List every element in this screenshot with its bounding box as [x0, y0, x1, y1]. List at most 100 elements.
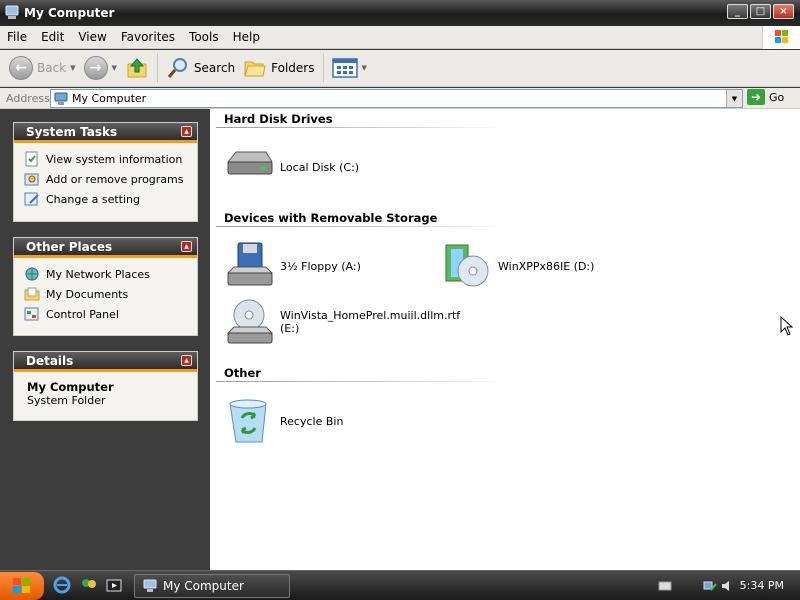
panel-title: System Tasks	[26, 124, 118, 139]
folders-icon	[244, 61, 266, 77]
drive-item[interactable]: WinVista_HomePrel.muiil.dllm.rtf (E:)	[224, 297, 461, 347]
go-button[interactable]: ➜ Go	[747, 89, 784, 105]
drive-item[interactable]: WinXPPx86IE (D:)	[442, 241, 594, 291]
title-bar[interactable]: My Computer _ □ ×	[0, 0, 800, 26]
panel-title: Details	[26, 353, 74, 368]
view-system-information-link[interactable]: View system information	[24, 149, 189, 169]
menu-favorites[interactable]: Favorites	[114, 30, 182, 44]
address-value: My Computer	[72, 92, 147, 105]
hard-disk-icon	[226, 151, 273, 175]
minimize-button[interactable]: _	[727, 4, 748, 19]
messenger-icon[interactable]	[80, 576, 98, 594]
menu-tools[interactable]: Tools	[182, 30, 226, 44]
collapse-icon[interactable]: ▲	[181, 355, 192, 366]
taskbar: My Computer 5:34 PM	[0, 570, 800, 600]
group-removable-storage: Devices with Removable Storage	[224, 211, 438, 225]
menu-help[interactable]: Help	[226, 30, 267, 44]
collapse-icon[interactable]: ▲	[181, 126, 192, 137]
internet-explorer-icon[interactable]	[53, 576, 71, 594]
drive-label: WinXPPx86IE (D:)	[498, 259, 595, 273]
volume-icon[interactable]	[720, 578, 736, 594]
start-button[interactable]	[0, 572, 44, 600]
recycle-bin-icon	[229, 399, 267, 443]
media-player-icon[interactable]	[105, 576, 123, 594]
other-places-panel: Other Places ▲ My Network Places My Docu…	[13, 237, 198, 336]
drive-item[interactable]: 3½ Floppy (A:)	[224, 241, 361, 291]
drive-label: WinVista_HomePrel.muiil.dllm.rtf (E:)	[280, 309, 461, 335]
my-computer-icon	[143, 579, 157, 592]
network-status-icon[interactable]	[702, 578, 718, 594]
mouse-cursor-icon	[780, 316, 794, 336]
up-folder-icon	[127, 58, 147, 78]
dvd-drive-icon	[226, 299, 274, 344]
menu-bar: File Edit View Favorites Tools Help	[0, 26, 800, 49]
menu-edit[interactable]: Edit	[34, 30, 71, 44]
clock[interactable]: 5:34 PM	[740, 579, 784, 592]
toolbar: ← Back ▼ → ▼ Search Folders ▼	[0, 50, 800, 87]
change-setting-link[interactable]: Change a setting	[24, 189, 189, 209]
back-label: Back	[37, 61, 67, 75]
up-folder-button[interactable]	[121, 53, 153, 83]
control-panel-link[interactable]: Control Panel	[24, 304, 189, 324]
recycle-bin-label: Recycle Bin	[280, 414, 344, 428]
keyboard-icon[interactable]	[658, 580, 672, 592]
windows-flag-icon	[13, 578, 30, 593]
panel-title: Other Places	[26, 239, 113, 254]
folders-button[interactable]: Folders	[239, 53, 318, 83]
system-info-icon	[25, 151, 38, 167]
details-header[interactable]: Details ▲	[14, 352, 197, 372]
place-label: My Documents	[46, 287, 129, 301]
change-setting-icon	[24, 192, 39, 206]
folders-label: Folders	[271, 61, 315, 75]
forward-button[interactable]: → ▼	[80, 53, 121, 83]
task-label: View system information	[46, 152, 183, 166]
address-input[interactable]: My Computer ▼	[50, 89, 743, 108]
address-dropdown-icon[interactable]: ▼	[726, 90, 742, 107]
go-label: Go	[769, 90, 785, 104]
collapse-icon[interactable]: ▲	[181, 241, 192, 252]
details-type: System Folder	[27, 394, 106, 407]
file-view[interactable]: Hard Disk Drives Local Disk (C:) Devices…	[210, 109, 800, 570]
forward-dropdown-icon[interactable]: ▼	[112, 64, 117, 72]
add-remove-programs-link[interactable]: Add or remove programs	[24, 169, 189, 189]
drive-label: Local Disk (C:)	[280, 160, 360, 174]
task-label: Add or remove programs	[46, 172, 184, 186]
maximize-button[interactable]: □	[750, 4, 771, 19]
taskbar-item-label: My Computer	[163, 579, 244, 593]
back-dropdown-icon[interactable]: ▼	[70, 64, 75, 72]
place-label: My Network Places	[46, 267, 150, 281]
group-hard-disk-drives: Hard Disk Drives	[224, 112, 333, 126]
search-label: Search	[193, 61, 236, 75]
place-label: Control Panel	[46, 307, 119, 321]
system-tasks-header[interactable]: System Tasks ▲	[14, 123, 197, 143]
menu-view[interactable]: View	[71, 30, 113, 44]
address-bar: Address My Computer ▼ ➜ Go	[0, 88, 800, 109]
toolbar-separator	[322, 54, 324, 82]
go-arrow-icon: ➜	[747, 89, 765, 105]
views-dropdown-icon[interactable]: ▼	[362, 64, 367, 72]
other-places-header[interactable]: Other Places ▲	[14, 238, 197, 258]
recycle-bin-item[interactable]: Recycle Bin	[224, 396, 343, 446]
floppy-drive-icon	[226, 242, 274, 286]
toolbar-separator	[156, 54, 158, 82]
search-icon	[167, 58, 187, 78]
address-label: Address	[6, 91, 50, 105]
task-pane: System Tasks ▲ View system information A…	[0, 109, 210, 570]
menu-file[interactable]: File	[0, 30, 34, 44]
close-button[interactable]: ×	[773, 4, 794, 19]
views-button[interactable]: ▼	[328, 53, 371, 83]
network-places-icon	[25, 267, 39, 281]
group-divider	[216, 381, 506, 382]
search-button[interactable]: Search	[162, 53, 239, 83]
drive-label: 3½ Floppy (A:)	[280, 259, 361, 273]
back-button[interactable]: ← Back ▼	[5, 53, 80, 83]
my-computer-icon	[54, 92, 68, 105]
my-documents-icon	[24, 287, 40, 301]
my-network-places-link[interactable]: My Network Places	[24, 264, 189, 284]
system-tasks-panel: System Tasks ▲ View system information A…	[13, 122, 198, 222]
drive-item[interactable]: Local Disk (C:)	[224, 142, 359, 192]
taskbar-item-my-computer[interactable]: My Computer	[134, 574, 290, 598]
my-documents-link[interactable]: My Documents	[24, 284, 189, 304]
details-name: My Computer	[27, 380, 114, 394]
cd-drive-icon	[445, 244, 489, 287]
